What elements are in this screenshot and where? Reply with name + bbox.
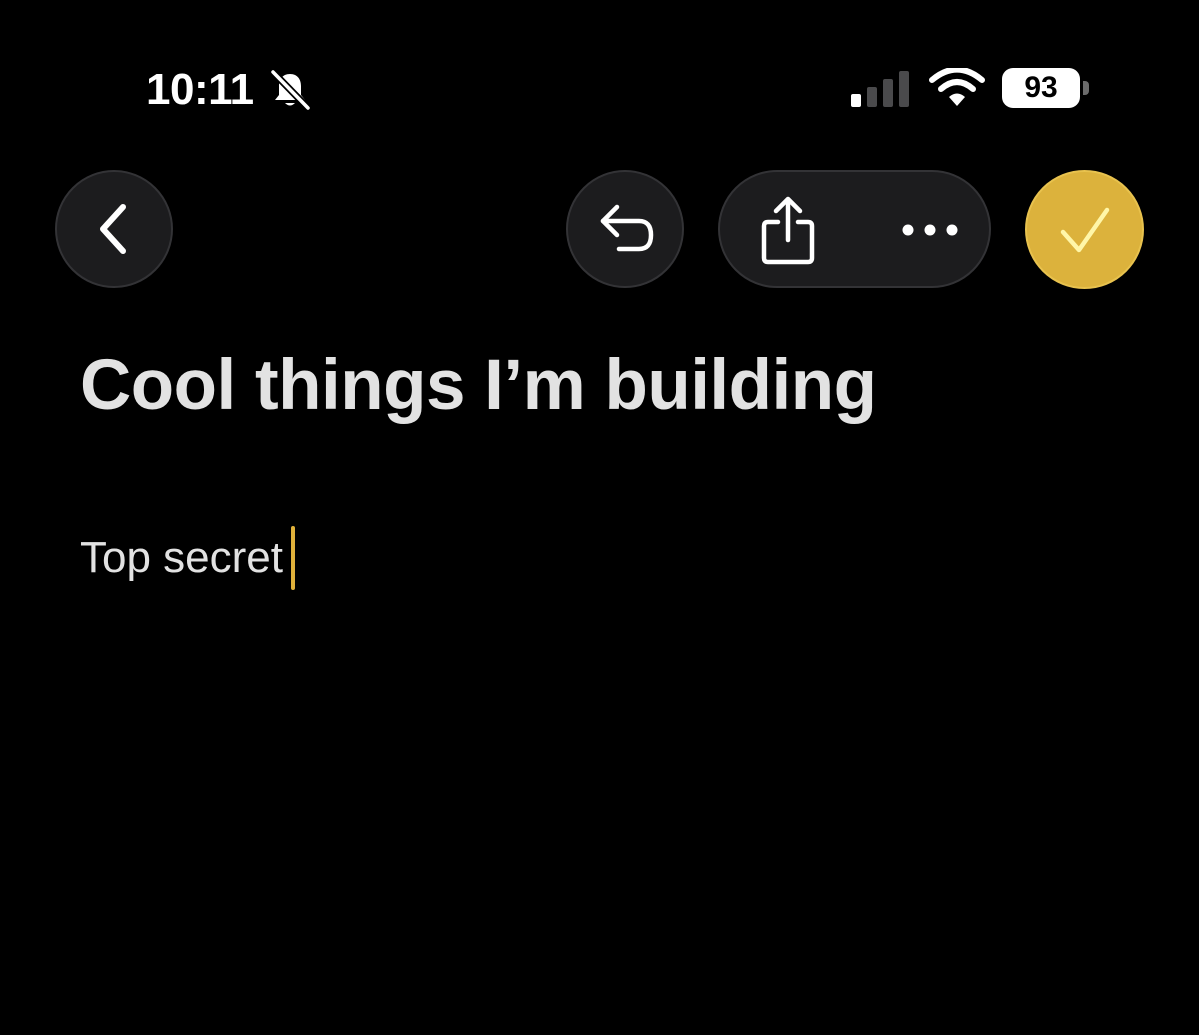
undo-icon: [600, 204, 654, 252]
share-button[interactable]: [748, 190, 828, 270]
chevron-left-icon: [100, 204, 126, 254]
note-title[interactable]: Cool things I’m building: [80, 344, 877, 428]
note-body[interactable]: Top secret: [80, 530, 283, 586]
undo-button[interactable]: [566, 170, 684, 288]
cellular-signal-icon: [851, 71, 909, 107]
battery-level: 93: [1024, 71, 1058, 104]
done-button[interactable]: [1025, 170, 1144, 289]
battery-indicator: 93: [1002, 68, 1080, 108]
actions-group: [718, 170, 991, 288]
ellipsis-icon: [902, 224, 958, 236]
status-time: 10:11: [146, 65, 254, 114]
notes-editor-screen: 10:11 93 Cool things I’m building Top se…: [0, 0, 1199, 1035]
share-icon: [761, 196, 815, 265]
wifi-icon: [929, 68, 985, 106]
text-cursor: [290, 526, 295, 590]
battery-nub: [1083, 81, 1089, 95]
back-button[interactable]: [55, 170, 173, 288]
bell-slash-icon: [269, 68, 312, 112]
more-button[interactable]: [890, 190, 970, 270]
note-body-editor[interactable]: Top secret: [80, 526, 295, 590]
checkmark-icon: [1060, 207, 1109, 252]
